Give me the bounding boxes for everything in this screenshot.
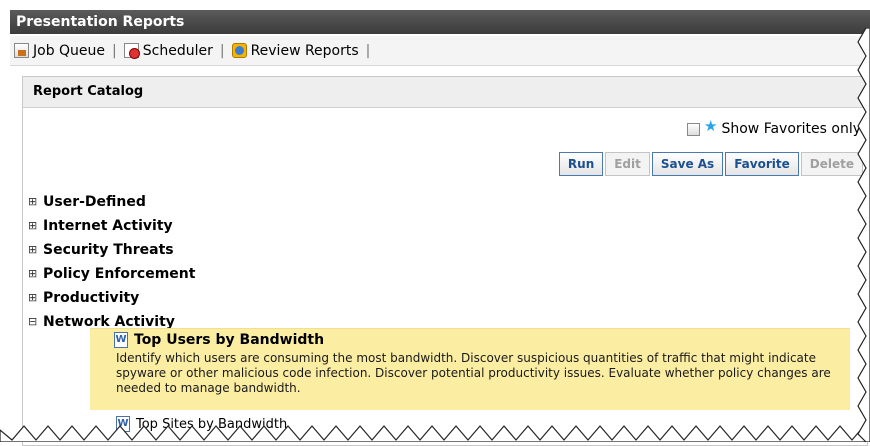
review-reports-link[interactable]: Review Reports: [231, 42, 359, 59]
show-favorites-toggle[interactable]: ★ Show Favorites only: [687, 116, 861, 137]
tree-node-policy-enforcement[interactable]: ⊞ Policy Enforcement: [28, 262, 195, 286]
tree-node-internet-activity[interactable]: ⊞ Internet Activity: [28, 214, 195, 238]
job-queue-link[interactable]: Job Queue: [14, 43, 105, 59]
scheduler-label: Scheduler: [142, 42, 213, 59]
expand-icon[interactable]: ⊞: [28, 238, 39, 262]
review-reports-label: Review Reports: [250, 42, 359, 59]
window-title-bar: Presentation Reports: [10, 10, 870, 34]
favorite-button[interactable]: Favorite: [725, 152, 799, 176]
toolbar-separator: |: [365, 42, 371, 59]
panel-title: Report Catalog: [23, 77, 867, 108]
tree-node-label: Policy Enforcement: [43, 266, 196, 282]
tree-node-productivity[interactable]: ⊞ Productivity: [28, 286, 195, 310]
report-document-icon: W: [114, 332, 128, 348]
expand-icon[interactable]: ⊞: [28, 262, 39, 286]
delete-button[interactable]: Delete: [800, 152, 863, 176]
toolbar: Job Queue | Scheduler | Review Reports |: [10, 36, 870, 66]
job-queue-label: Job Queue: [33, 42, 106, 59]
report-description: Identify which users are consuming the m…: [116, 351, 831, 395]
collapse-icon[interactable]: ⊟: [28, 310, 39, 334]
torn-edge-right: [857, 28, 870, 442]
tree-node-security-threats[interactable]: ⊞ Security Threats: [28, 238, 195, 262]
toolbar-separator: |: [112, 42, 117, 59]
tree-node-label: Productivity: [43, 290, 140, 306]
window-title: Presentation Reports: [16, 14, 185, 30]
report-category-tree: ⊞ User-Defined ⊞ Internet Activity ⊞ Sec…: [28, 190, 195, 334]
expand-icon[interactable]: ⊞: [28, 286, 39, 310]
review-reports-icon: [231, 43, 247, 58]
tree-node-label: Internet Activity: [43, 218, 173, 234]
favorites-checkbox[interactable]: [687, 122, 701, 136]
tree-node-user-defined[interactable]: ⊞ User-Defined: [28, 190, 195, 214]
expand-icon[interactable]: ⊞: [28, 214, 39, 238]
tree-node-label: Security Threats: [43, 242, 174, 258]
tree-node-label: User-Defined: [43, 194, 146, 210]
star-icon: ★: [704, 116, 718, 135]
report-title[interactable]: Top Users by Bandwidth: [134, 332, 324, 348]
scheduler-icon: [123, 43, 140, 59]
edit-button[interactable]: Edit: [605, 152, 650, 176]
save-as-button[interactable]: Save As: [651, 152, 724, 176]
scheduler-link[interactable]: Scheduler: [123, 42, 213, 59]
selected-report-item[interactable]: W Top Users by Bandwidth Identify which …: [90, 328, 850, 410]
favorites-label: Show Favorites only: [721, 121, 861, 137]
action-buttons: Run Edit Save As Favorite Delete: [558, 152, 863, 176]
toolbar-separator: |: [219, 42, 225, 59]
run-button[interactable]: Run: [558, 152, 604, 176]
expand-icon[interactable]: ⊞: [28, 190, 39, 214]
torn-edge-bottom: [0, 425, 870, 442]
job-queue-icon: [14, 43, 29, 58]
